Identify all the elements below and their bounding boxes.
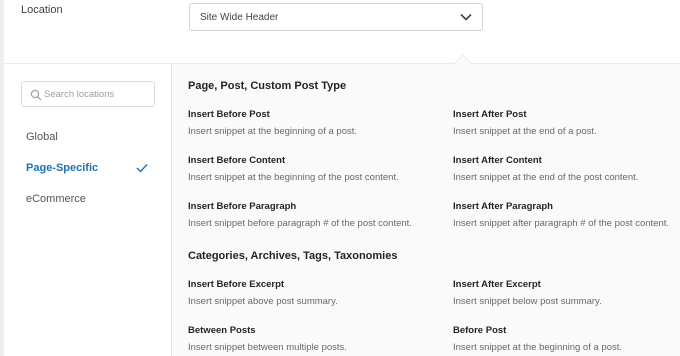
section-title-page-post: Page, Post, Custom Post Type — [188, 80, 347, 92]
option-insert-before-paragraph[interactable]: Insert Before Paragraph — [188, 201, 296, 212]
option-desc: Insert snippet at the beginning of a pos… — [453, 342, 623, 353]
option-insert-before-excerpt[interactable]: Insert Before Excerpt — [188, 279, 284, 290]
option-desc: Insert snippet between multiple posts. — [188, 342, 347, 353]
option-desc: Insert snippet at the end of a post. — [453, 126, 597, 137]
chevron-down-icon — [460, 13, 472, 21]
sidebar-item-page-specific[interactable]: Page-Specific — [26, 162, 98, 174]
location-label: Location — [21, 4, 63, 16]
option-desc: Insert snippet at the end of the post co… — [453, 172, 639, 183]
option-insert-after-excerpt[interactable]: Insert After Excerpt — [453, 279, 541, 290]
search-icon — [30, 89, 42, 101]
location-options: Page, Post, Custom Post Type Insert Befo… — [172, 64, 680, 356]
option-desc: Insert snippet before paragraph # of the… — [188, 218, 412, 229]
option-before-post[interactable]: Before Post — [453, 325, 506, 336]
option-desc: Insert snippet above post summary. — [188, 296, 338, 307]
option-desc: Insert snippet after paragraph # of the … — [453, 218, 669, 229]
sidebar-item-global[interactable]: Global — [26, 131, 58, 143]
option-between-posts[interactable]: Between Posts — [188, 325, 256, 336]
search-locations-input[interactable]: Search locations — [21, 81, 155, 107]
option-insert-after-content[interactable]: Insert After Content — [453, 155, 542, 166]
option-insert-after-paragraph[interactable]: Insert After Paragraph — [453, 201, 553, 212]
search-placeholder: Search locations — [44, 89, 115, 100]
option-insert-before-post[interactable]: Insert Before Post — [188, 109, 270, 120]
section-title-archives: Categories, Archives, Tags, Taxonomies — [188, 250, 398, 262]
option-desc: Insert snippet at the beginning of a pos… — [188, 126, 358, 137]
sidebar-item-ecommerce[interactable]: eCommerce — [26, 193, 86, 205]
option-insert-before-content[interactable]: Insert Before Content — [188, 155, 285, 166]
location-select-value: Site Wide Header — [200, 12, 279, 23]
option-desc: Insert snippet below post summary. — [453, 296, 602, 307]
option-desc: Insert snippet at the beginning of the p… — [188, 172, 399, 183]
check-icon — [136, 164, 148, 173]
location-select[interactable]: Site Wide Header — [189, 3, 483, 31]
option-insert-after-post[interactable]: Insert After Post — [453, 109, 527, 120]
location-sidebar: Search locations Global Page-Specific eC… — [4, 64, 172, 356]
